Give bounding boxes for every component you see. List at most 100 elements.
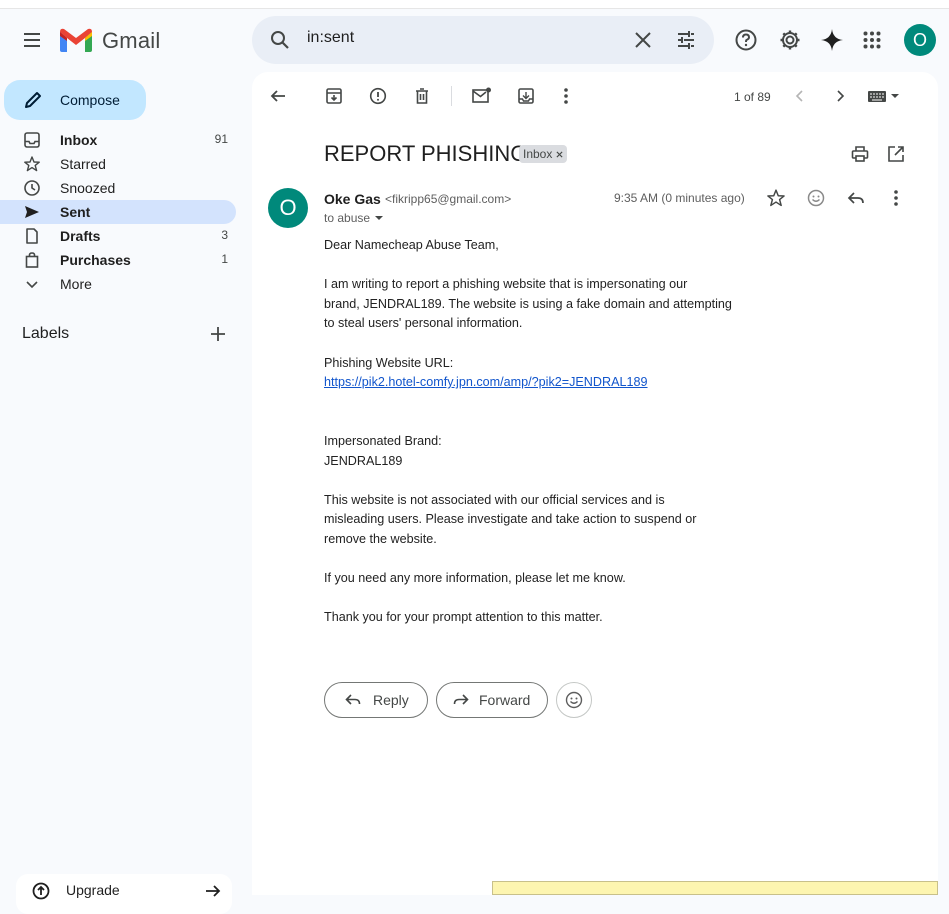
star-icon [24,156,40,172]
reply-arrow-icon [345,693,361,707]
body-paragraph: Thank you for your prompt attention to t… [324,610,603,625]
apps-grid-icon[interactable] [852,20,892,60]
reply-label: Reply [373,692,409,708]
sidebar-item-label: More [60,276,92,292]
search-input[interactable] [307,29,607,47]
brand-value: JENDRAL189 [324,453,403,468]
sidebar-item-sent[interactable]: Sent [0,200,236,224]
search-icon[interactable] [270,30,290,50]
search-options-icon[interactable] [676,30,696,50]
star-icon[interactable] [756,178,796,218]
body-greeting: Dear Namecheap Abuse Team, [324,238,499,252]
sidebar-item-label: Snoozed [60,180,116,196]
sidebar-item-label: Sent [60,204,91,220]
settings-gear-icon[interactable] [770,20,810,60]
label-chip-text: Inbox [523,147,553,161]
sender-name[interactable]: Oke Gas [324,191,381,207]
upgrade-button[interactable]: Upgrade [16,874,232,914]
sender-avatar[interactable]: O [268,188,308,228]
print-icon[interactable] [840,134,880,174]
older-chevron-right-icon[interactable] [820,76,860,116]
body-paragraph: I am writing to report a phishing websit… [324,275,764,334]
window-top-edge [0,0,949,9]
unread-count: 3 [221,228,228,242]
sidebar-item-label: Drafts [60,228,101,244]
toolbar-divider [451,86,452,106]
inbox-icon [24,132,40,148]
pencil-icon [24,91,42,109]
forward-label: Forward [479,692,531,708]
sidebar-item-snoozed[interactable]: Snoozed [0,176,236,200]
chevron-down-icon[interactable] [374,213,384,223]
upgrade-icon [32,882,50,900]
main-menu-icon[interactable] [12,20,52,60]
arrow-right-icon [204,882,222,900]
body-line: to steal users' personal information. [324,316,523,331]
sidebar-item-label: Purchases [60,252,131,268]
email-subject: REPORT PHISHING [324,141,528,166]
body-line: remove the website. [324,531,437,546]
search-bar[interactable] [252,16,714,64]
sender-email: <fikripp65@gmail.com> [385,192,512,206]
unread-count: 91 [214,132,228,146]
body-paragraph: Phishing Website URL: https://pik2.hotel… [324,354,764,393]
draft-file-icon [24,228,40,244]
app-name[interactable]: Gmail [102,28,160,54]
shopping-bag-icon [24,252,40,268]
phishing-url-link[interactable]: https://pik2.hotel-comfy.jpn.com/amp/?pi… [324,375,648,389]
input-tools-keyboard-icon[interactable] [866,88,902,104]
report-spam-icon[interactable] [358,76,398,116]
add-reaction-emoji-icon[interactable] [796,178,836,218]
message-count: 1 of 89 [734,90,771,104]
sidebar-item-more[interactable]: More [0,272,236,296]
move-to-icon[interactable] [506,76,546,116]
compose-label: Compose [60,92,120,108]
open-in-new-window-icon[interactable] [876,134,916,174]
body-line: I am writing to report a phishing websit… [324,277,688,292]
brand-label: Impersonated Brand: [324,433,442,448]
smiley-emoji-icon [565,691,583,709]
body-line: brand, JENDRAL189. The website is using … [324,296,732,311]
unread-count: 1 [221,252,228,266]
bottom-notification-bar [492,881,938,895]
url-label: Phishing Website URL: [324,355,454,370]
account-avatar[interactable]: O [904,24,936,56]
sidebar-item-purchases[interactable]: Purchases 1 [0,248,236,272]
clock-icon [24,180,40,196]
message-more-vertical-icon[interactable] [876,178,916,218]
recipient-details[interactable]: to abuse [324,211,384,225]
archive-icon[interactable] [314,76,354,116]
send-icon [24,204,40,220]
email-body: Dear Namecheap Abuse Team, I am writing … [324,236,764,647]
sidebar-item-label: Starred [60,156,106,172]
sidebar-item-label: Inbox [60,132,98,148]
sidebar-item-starred[interactable]: Starred [0,152,236,176]
back-arrow-icon[interactable] [258,76,298,116]
compose-button[interactable]: Compose [4,80,146,120]
reply-button[interactable]: Reply [324,682,428,718]
body-paragraph: If you need any more information, please… [324,571,626,586]
label-chip-inbox[interactable]: Inbox [519,145,568,163]
newer-chevron-left-icon[interactable] [780,76,820,116]
reply-arrow-icon[interactable] [836,178,876,218]
gemini-sparkle-icon[interactable] [812,20,852,60]
more-vertical-icon[interactable] [546,76,586,116]
help-icon[interactable] [726,20,766,60]
body-line: misleading users. Please investigate and… [324,512,697,527]
chevron-down-icon [24,276,40,292]
sidebar-item-inbox[interactable]: Inbox 91 [0,128,236,152]
delete-trash-icon[interactable] [402,76,442,116]
upgrade-label: Upgrade [66,882,120,898]
body-paragraph: This website is not associated with our … [324,491,764,550]
recipient-text: to abuse [324,211,371,225]
add-label-plus-icon[interactable] [209,325,227,343]
body-paragraph: Impersonated Brand: JENDRAL189 [324,432,764,471]
gmail-logo-icon[interactable] [60,28,92,52]
remove-label-close-icon[interactable] [556,150,563,158]
message-timestamp: 9:35 AM (0 minutes ago) [614,191,745,205]
emoji-reaction-button[interactable] [556,682,592,718]
sidebar-item-drafts[interactable]: Drafts 3 [0,224,236,248]
clear-search-icon[interactable] [634,31,652,49]
mark-unread-icon[interactable] [462,76,502,116]
forward-button[interactable]: Forward [436,682,548,718]
